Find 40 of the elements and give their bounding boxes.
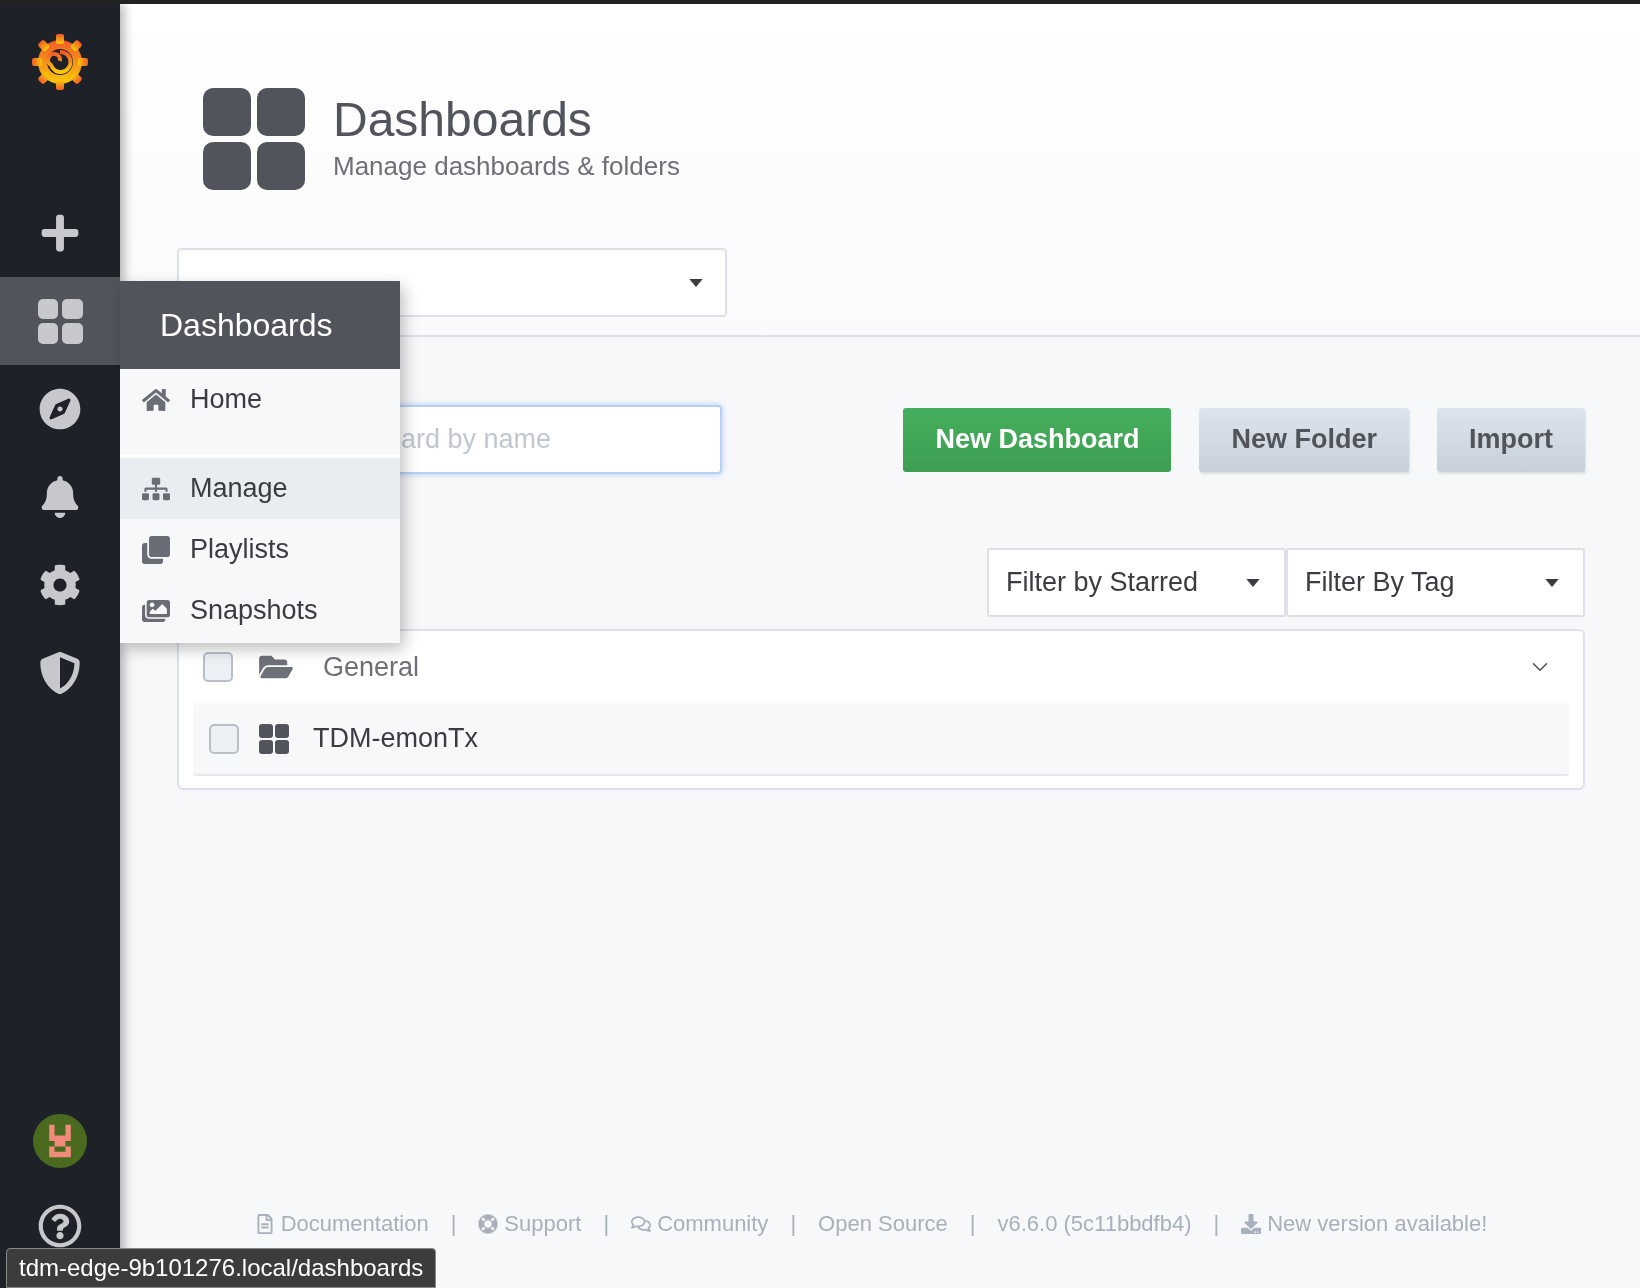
page-subtitle: Manage dashboards & folders: [333, 150, 680, 184]
separator: |: [790, 1210, 797, 1238]
checkbox[interactable]: [203, 652, 233, 682]
plus-icon: [39, 212, 81, 254]
shield-icon: [39, 652, 81, 694]
toolbar-button[interactable]: New Folder: [1199, 407, 1409, 472]
menu-title: Dashboards: [160, 306, 333, 345]
checkbox[interactable]: [209, 723, 239, 754]
toolbar-button[interactable]: Import: [1437, 407, 1585, 472]
settings-icon: [39, 564, 81, 606]
dashboard-name: TDM-emonTx: [313, 722, 478, 756]
filter-dropdown[interactable]: Filter by Starred: [987, 548, 1286, 617]
toolbar-button[interactable]: New Dashboard: [903, 407, 1172, 472]
status-url-tooltip: tdm-edge-9b101276.local/dashboards: [6, 1248, 437, 1288]
dashboard-row[interactable]: TDM-emonTx: [193, 703, 1569, 776]
menu-item[interactable]: Playlists: [120, 519, 400, 580]
filter-dropdown[interactable]: Filter By Tag: [1286, 548, 1585, 617]
separator: |: [603, 1210, 610, 1238]
menu-item[interactable]: Manage: [120, 458, 400, 519]
grid-icon: [37, 298, 83, 344]
sidebar-item[interactable]: [0, 277, 120, 365]
page-title: Dashboards: [333, 91, 593, 148]
caret-icon: [1246, 578, 1260, 587]
comments-icon: [631, 1213, 652, 1234]
lifebuoy-icon: [478, 1213, 499, 1234]
menu-item[interactable]: Snapshots: [120, 580, 400, 641]
bell-icon: [39, 476, 81, 518]
compass-icon: [39, 388, 81, 430]
folder-name[interactable]: General: [323, 646, 420, 688]
separator: |: [1213, 1210, 1220, 1238]
avatar-icon[interactable]: [33, 1114, 87, 1168]
separator: |: [450, 1210, 457, 1238]
dashboards-icon: [203, 88, 305, 190]
stacked-cards-icon: [142, 535, 170, 564]
separator: |: [969, 1210, 976, 1238]
caret-icon: [1545, 578, 1559, 587]
dashboard-icon: [259, 723, 289, 754]
help-icon[interactable]: [38, 1204, 82, 1248]
caret-icon: [689, 278, 703, 287]
download-icon: [1241, 1213, 1262, 1234]
